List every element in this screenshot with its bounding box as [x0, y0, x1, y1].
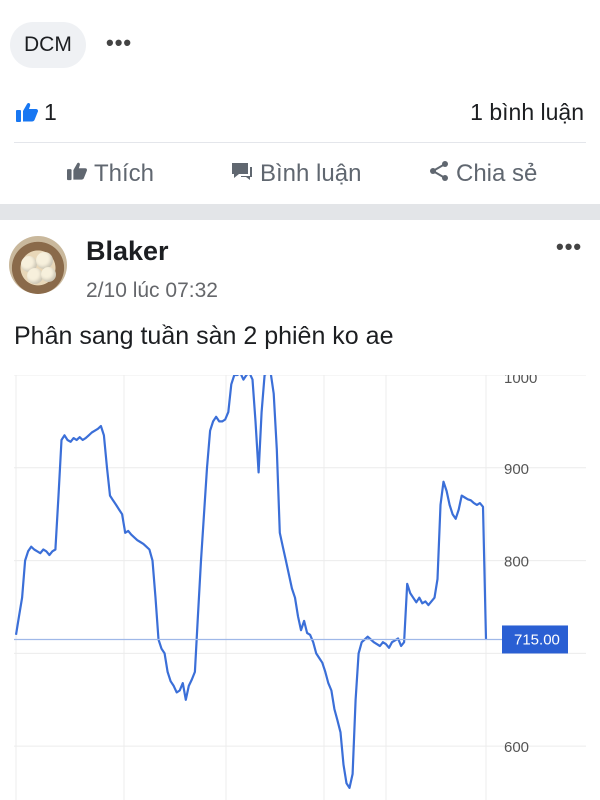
comment-count[interactable]: 1 bình luận [470, 99, 584, 126]
author-avatar[interactable] [9, 236, 67, 294]
comment-bubble[interactable]: DCM [10, 22, 86, 68]
like-button[interactable]: Thích [66, 160, 154, 188]
price-line [14, 375, 488, 789]
comment-more-icon[interactable]: ••• [106, 30, 132, 56]
stock-chart[interactable]: 1000 900 800 600 715.00 [14, 375, 586, 800]
comment-author[interactable]: DCM [24, 33, 72, 57]
comment-icon [230, 160, 254, 189]
reaction-stats: 1 1 bình luận [0, 92, 600, 132]
y-axis-ticks: 1000 900 800 600 [504, 375, 537, 756]
current-price-badge: 715.00 [502, 625, 568, 654]
divider [14, 142, 586, 143]
y-tick-label: 600 [504, 739, 529, 756]
post-more-icon[interactable]: ••• [556, 234, 582, 260]
chart-grid [14, 375, 586, 800]
post-timestamp[interactable]: 2/10 lúc 07:32 [86, 279, 218, 303]
post-text: Phân sang tuần sàn 2 phiên ko ae [14, 322, 394, 350]
like-count: 1 [44, 98, 57, 125]
y-tick-label: 1000 [504, 375, 537, 387]
share-icon [428, 160, 450, 189]
feed-separator [0, 204, 600, 220]
action-bar: Thích Bình luận Chia sẻ [0, 152, 600, 196]
like-button-label: Thích [94, 160, 155, 187]
comment-button-label: Bình luận [260, 160, 362, 187]
post-author[interactable]: Blaker [86, 236, 169, 267]
current-price-label: 715.00 [514, 631, 560, 648]
like-badge-icon [14, 100, 40, 124]
y-tick-label: 900 [504, 461, 529, 478]
like-summary[interactable]: 1 [14, 99, 57, 126]
thumbs-up-icon [66, 160, 88, 188]
y-tick-label: 800 [504, 554, 529, 571]
comment-button[interactable]: Bình luận [230, 160, 361, 189]
share-button[interactable]: Chia sẻ [428, 160, 537, 189]
share-button-label: Chia sẻ [456, 160, 538, 187]
